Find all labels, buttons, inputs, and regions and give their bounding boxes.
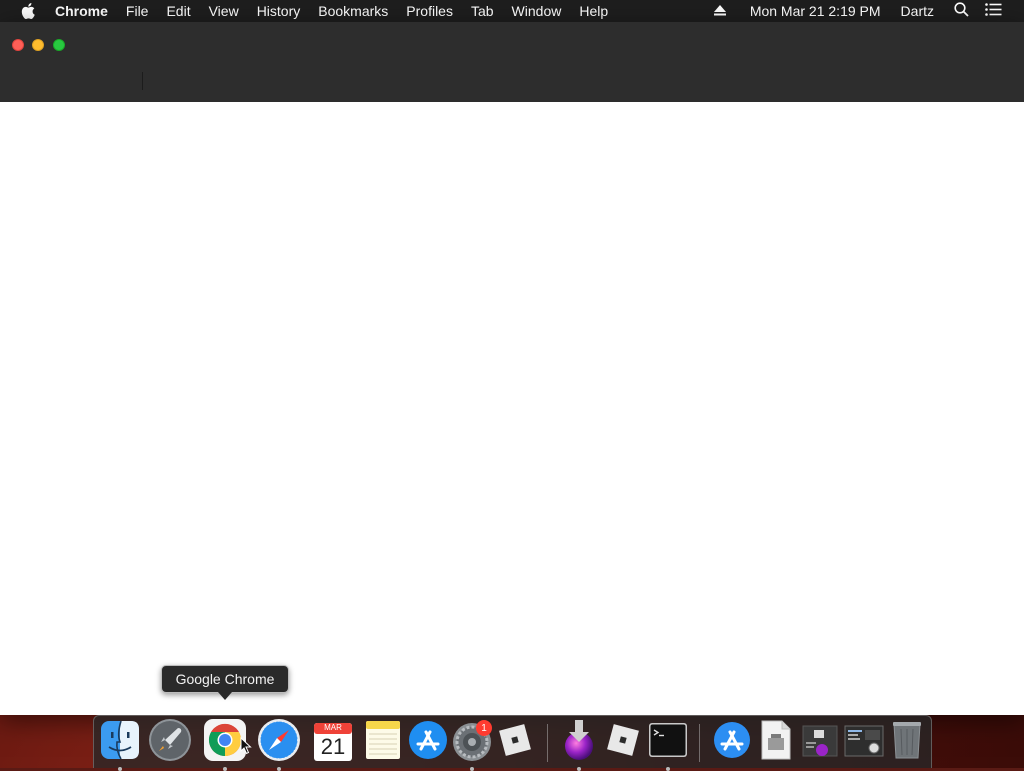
chrome-window xyxy=(0,22,1024,715)
apple-menu-icon[interactable] xyxy=(20,3,36,19)
notification-center-icon[interactable] xyxy=(985,3,1002,19)
trash-icon xyxy=(890,720,924,765)
dock-screenshots-stack[interactable] xyxy=(842,720,886,764)
system-preferences-icon: 1 xyxy=(452,720,492,762)
applications-folder-icon xyxy=(712,720,752,765)
eject-icon[interactable] xyxy=(713,3,726,19)
notification-badge: 1 xyxy=(476,720,492,736)
dock-trash[interactable] xyxy=(885,720,929,764)
menu-help[interactable]: Help xyxy=(570,0,617,22)
window-titlebar[interactable] xyxy=(0,22,1024,102)
dock-applications-folder[interactable] xyxy=(710,720,754,764)
dock-finder[interactable] xyxy=(98,720,142,771)
dock-launchpad[interactable] xyxy=(148,718,192,767)
spotlight-search-icon[interactable] xyxy=(954,2,969,20)
dock-roblox-studio[interactable] xyxy=(601,720,645,764)
dock-tooltip: Google Chrome xyxy=(161,665,289,693)
dock-roblox[interactable] xyxy=(493,720,537,764)
dock-notes[interactable] xyxy=(361,720,405,764)
dock-separator xyxy=(547,724,548,762)
downloads-stack-icon xyxy=(800,720,840,765)
screenshots-stack-icon xyxy=(843,720,885,765)
tooltip-arrow xyxy=(218,692,232,700)
finder-icon xyxy=(100,720,140,765)
menu-edit[interactable]: Edit xyxy=(157,0,199,22)
app-store-icon xyxy=(408,720,448,765)
menu-view[interactable]: View xyxy=(200,0,248,22)
dock-safari[interactable] xyxy=(257,718,301,771)
dock-downloads-stack[interactable] xyxy=(798,720,842,764)
safari-icon xyxy=(257,718,301,767)
calendar-month: MAR xyxy=(324,723,342,732)
dock-installer[interactable] xyxy=(557,718,601,771)
dock-system-preferences[interactable]: 1 xyxy=(450,720,494,771)
zoom-window-button[interactable] xyxy=(53,39,65,51)
roblox-studio-icon xyxy=(603,720,643,765)
roblox-icon xyxy=(495,720,535,765)
menu-clock[interactable]: Mon Mar 21 2:19 PM xyxy=(750,3,881,19)
minimize-window-button[interactable] xyxy=(32,39,44,51)
menu-tab[interactable]: Tab xyxy=(462,0,503,22)
dock-terminal[interactable] xyxy=(646,720,690,771)
calendar-day: 21 xyxy=(320,734,346,759)
close-window-button[interactable] xyxy=(12,39,24,51)
dock-app-store[interactable] xyxy=(406,720,450,764)
terminal-icon xyxy=(648,722,688,763)
tab-separator xyxy=(142,72,143,90)
dock-calendar[interactable]: MAR 21 xyxy=(311,720,355,764)
notes-icon xyxy=(364,720,402,765)
dock: MAR 21 1 xyxy=(93,715,932,771)
menu-window[interactable]: Window xyxy=(503,0,571,22)
menu-bookmarks[interactable]: Bookmarks xyxy=(309,0,397,22)
launchpad-icon xyxy=(148,718,192,767)
menu-history[interactable]: History xyxy=(248,0,310,22)
menu-profiles[interactable]: Profiles xyxy=(397,0,462,22)
page-content[interactable] xyxy=(0,102,1024,715)
menu-bar: Chrome File Edit View History Bookmarks … xyxy=(0,0,1024,22)
menu-file[interactable]: File xyxy=(117,0,158,22)
installer-icon xyxy=(559,718,599,767)
dock-separator xyxy=(699,724,700,762)
mouse-cursor-icon xyxy=(240,736,252,760)
document-icon xyxy=(760,720,792,765)
menu-app-name[interactable]: Chrome xyxy=(46,0,117,22)
dock-document[interactable] xyxy=(754,720,798,764)
calendar-icon: MAR 21 xyxy=(313,722,353,762)
menu-user[interactable]: Dartz xyxy=(901,3,934,19)
